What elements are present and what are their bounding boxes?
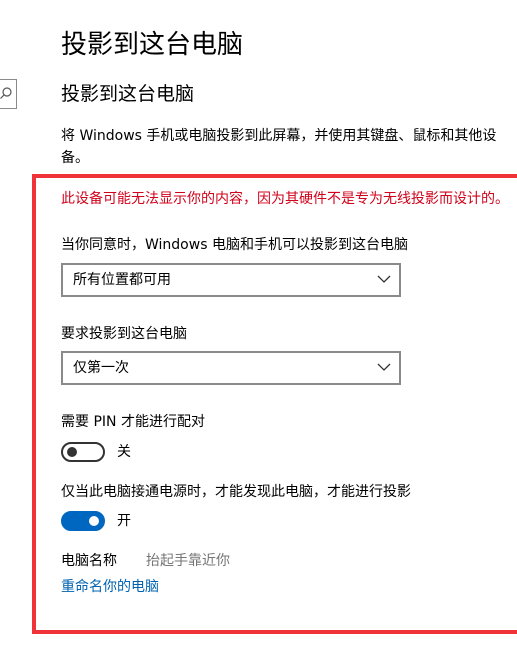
- availability-selected: 所有位置都可用: [73, 272, 171, 288]
- pc-name-label: 电脑名称: [61, 553, 117, 569]
- availability-label: 当你同意时，Windows 电脑和手机可以投影到这台电脑: [61, 237, 408, 253]
- search-icon: [0, 87, 12, 99]
- page-title: 投影到这台电脑: [61, 30, 244, 60]
- power-only-state: 开: [117, 513, 131, 529]
- toggle-knob: [89, 516, 99, 526]
- ask-to-project-label: 要求投影到这台电脑: [61, 326, 187, 342]
- require-pin-label: 需要 PIN 才能进行配对: [61, 414, 205, 430]
- section-title: 投影到这台电脑: [61, 83, 195, 105]
- chevron-down-icon: [377, 363, 391, 371]
- power-only-toggle[interactable]: [61, 511, 105, 531]
- require-pin-state: 关: [117, 444, 131, 460]
- chevron-down-icon: [377, 275, 391, 283]
- search-box[interactable]: [0, 79, 17, 109]
- hardware-warning: 此设备可能无法显示你的内容，因为其硬件不是专为无线投影而设计的。: [61, 191, 509, 207]
- pc-name-value: 抬起手靠近你: [146, 553, 230, 569]
- ask-to-project-dropdown[interactable]: 仅第一次: [61, 351, 401, 385]
- rename-pc-link[interactable]: 重命名你的电脑: [61, 577, 159, 597]
- ask-to-project-selected: 仅第一次: [73, 360, 129, 376]
- require-pin-toggle[interactable]: [61, 442, 105, 462]
- description-text: 将 Windows 手机或电脑投影到此屏幕，并使用其键盘、鼠标和其他设备。: [61, 128, 497, 166]
- toggle-knob: [67, 447, 77, 457]
- availability-dropdown[interactable]: 所有位置都可用: [61, 263, 401, 297]
- power-only-label: 仅当此电脑接通电源时，才能发现此电脑，才能进行投影: [61, 484, 411, 500]
